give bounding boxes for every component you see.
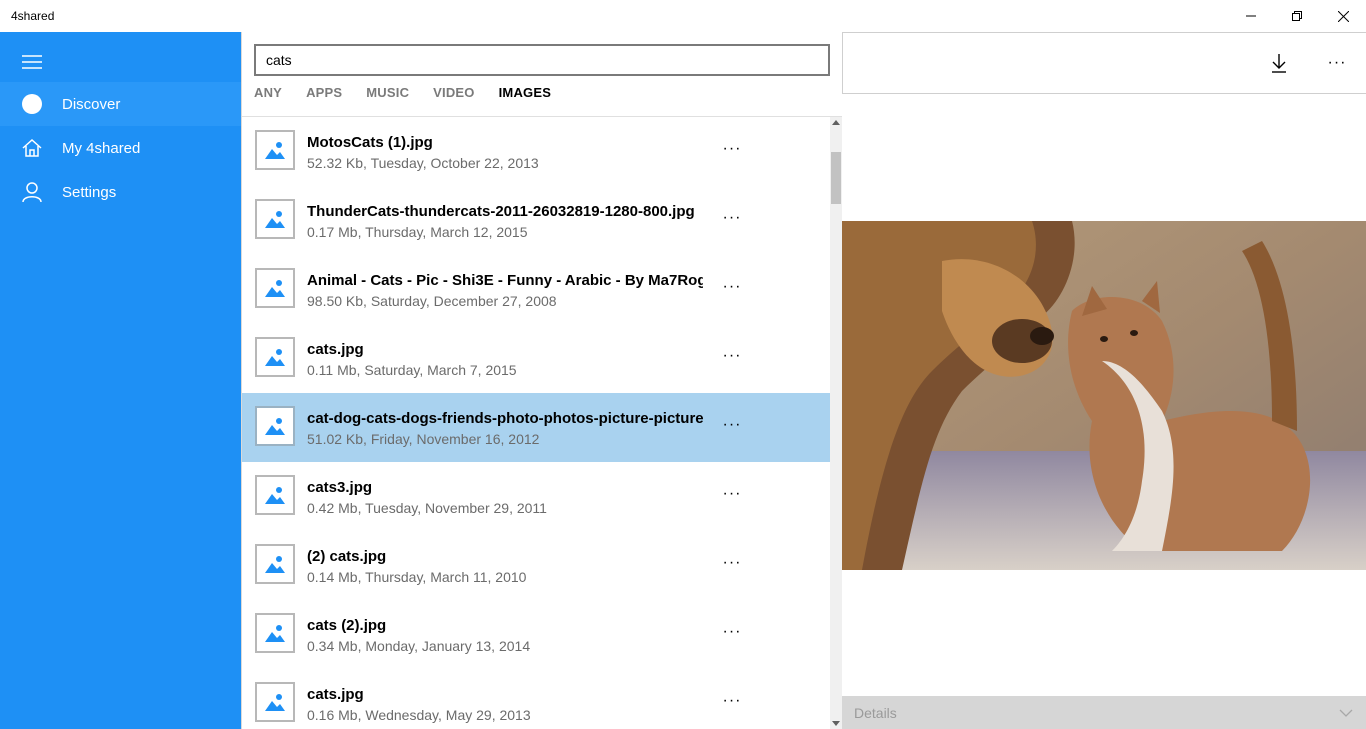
details-bar[interactable]: Details — [842, 696, 1366, 729]
more-options-button[interactable]: ··· — [718, 273, 746, 301]
file-meta: 0.11 Mb, Saturday, March 7, 2015 — [307, 362, 517, 378]
list-item[interactable]: cats3.jpg 0.42 Mb, Tuesday, November 29,… — [242, 462, 830, 531]
image-preview — [842, 221, 1366, 570]
home-icon — [22, 138, 42, 158]
more-options-button[interactable]: ··· — [718, 480, 746, 508]
hamburger-icon — [22, 55, 42, 69]
list-item[interactable]: cats (2).jpg 0.34 Mb, Monday, January 13… — [242, 600, 830, 669]
filter-tab-images[interactable]: IMAGES — [499, 85, 551, 105]
more-icon: ··· — [1327, 54, 1347, 71]
sidebar-item-label: My 4shared — [62, 139, 141, 157]
file-meta: 0.34 Mb, Monday, January 13, 2014 — [307, 638, 531, 654]
results-pane: ANY APPS MUSIC VIDEO IMAGES MotosCats (1… — [241, 32, 842, 729]
close-icon — [1337, 10, 1349, 22]
more-options-button[interactable]: ··· — [718, 204, 746, 232]
file-name: Animal - Cats - Pic - Shi3E - Funny - Ar… — [307, 272, 703, 289]
list-item[interactable]: cats.jpg 0.11 Mb, Saturday, March 7, 201… — [242, 324, 830, 393]
window-title: 4shared — [11, 9, 55, 23]
sidebar-item-settings[interactable]: Settings — [0, 170, 241, 214]
minimize-icon — [1246, 15, 1256, 17]
filter-tabs: ANY APPS MUSIC VIDEO IMAGES — [254, 85, 575, 105]
file-meta: 0.16 Mb, Wednesday, May 29, 2013 — [307, 707, 531, 723]
sidebar-item-discover[interactable]: Discover — [0, 82, 241, 126]
download-button[interactable] — [1263, 47, 1295, 79]
file-meta: 98.50 Kb, Saturday, December 27, 2008 — [307, 293, 557, 309]
file-name: ThunderCats-thundercats-2011-26032819-12… — [307, 203, 695, 220]
list-item[interactable]: cats.jpg 0.16 Mb, Wednesday, May 29, 201… — [242, 669, 830, 729]
scroll-down-icon[interactable] — [832, 719, 840, 727]
image-file-icon — [255, 613, 295, 653]
image-file-icon — [255, 406, 295, 446]
search-box[interactable] — [254, 44, 830, 76]
more-options-button[interactable]: ··· — [718, 411, 746, 439]
filter-tab-video[interactable]: VIDEO — [433, 85, 474, 105]
hamburger-menu-button[interactable] — [12, 42, 52, 82]
image-file-icon — [255, 337, 295, 377]
filter-tab-music[interactable]: MUSIC — [366, 85, 409, 105]
close-button[interactable] — [1320, 0, 1366, 32]
restore-icon — [1292, 11, 1302, 21]
file-name: MotosCats (1).jpg — [307, 134, 433, 151]
file-meta: 51.02 Kb, Friday, November 16, 2012 — [307, 431, 540, 447]
list-item[interactable]: MotosCats (1).jpg 52.32 Kb, Tuesday, Oct… — [242, 117, 830, 186]
image-file-icon — [255, 268, 295, 308]
filter-tab-any[interactable]: ANY — [254, 85, 282, 105]
file-name: cats (2).jpg — [307, 617, 387, 634]
sidebar-item-label: Settings — [62, 183, 117, 201]
more-options-button[interactable]: ··· — [718, 135, 746, 163]
cat-dog-photo — [842, 221, 1366, 570]
vertical-scrollbar[interactable] — [830, 117, 842, 729]
search-input[interactable] — [256, 46, 828, 74]
file-meta: 0.42 Mb, Tuesday, November 29, 2011 — [307, 500, 547, 516]
file-meta: 0.17 Mb, Thursday, March 12, 2015 — [307, 224, 528, 240]
title-bar: 4shared — [0, 0, 1366, 32]
preview-toolbar: ··· — [842, 32, 1366, 94]
sidebar-item-label: Discover — [62, 95, 121, 113]
list-item[interactable]: ThunderCats-thundercats-2011-26032819-12… — [242, 186, 830, 255]
scrollbar-thumb[interactable] — [831, 152, 841, 204]
file-name: cats.jpg — [307, 686, 364, 703]
list-item[interactable]: Animal - Cats - Pic - Shi3E - Funny - Ar… — [242, 255, 830, 324]
filter-tab-apps[interactable]: APPS — [306, 85, 342, 105]
details-label: Details — [854, 705, 897, 721]
download-icon — [1272, 54, 1286, 73]
scroll-up-icon[interactable] — [832, 119, 840, 127]
more-options-button[interactable]: ··· — [718, 687, 746, 715]
more-options-button[interactable]: ··· — [718, 618, 746, 646]
file-name: cats3.jpg — [307, 479, 373, 496]
image-file-icon — [255, 544, 295, 584]
image-file-icon — [255, 130, 295, 170]
file-name: cat-dog-cats-dogs-friends-photo-photos-p… — [307, 410, 703, 427]
sidebar-item-my-4shared[interactable]: My 4shared — [0, 126, 241, 170]
sidebar: Discover My 4shared Settings — [0, 32, 241, 729]
more-options-button[interactable]: ··· — [718, 342, 746, 370]
file-meta: 52.32 Kb, Tuesday, October 22, 2013 — [307, 155, 539, 171]
image-file-icon — [255, 682, 295, 722]
more-options-button[interactable]: ··· — [718, 549, 746, 577]
list-item-selected[interactable]: cat-dog-cats-dogs-friends-photo-photos-p… — [242, 393, 830, 462]
list-item[interactable]: (2) cats.jpg 0.14 Mb, Thursday, March 11… — [242, 531, 830, 600]
discover-icon — [22, 94, 42, 114]
file-name: cats.jpg — [307, 341, 364, 358]
more-options-button[interactable]: ··· — [1321, 47, 1353, 79]
image-file-icon — [255, 475, 295, 515]
results-list: MotosCats (1).jpg 52.32 Kb, Tuesday, Oct… — [242, 117, 830, 729]
preview-pane: ··· Details — [842, 32, 1366, 729]
chevron-down-icon[interactable] — [1338, 705, 1354, 721]
minimize-button[interactable] — [1228, 0, 1274, 32]
person-icon — [22, 182, 42, 202]
file-name: (2) cats.jpg — [307, 548, 387, 565]
image-file-icon — [255, 199, 295, 239]
file-meta: 0.14 Mb, Thursday, March 11, 2010 — [307, 569, 527, 585]
restore-button[interactable] — [1274, 0, 1320, 32]
